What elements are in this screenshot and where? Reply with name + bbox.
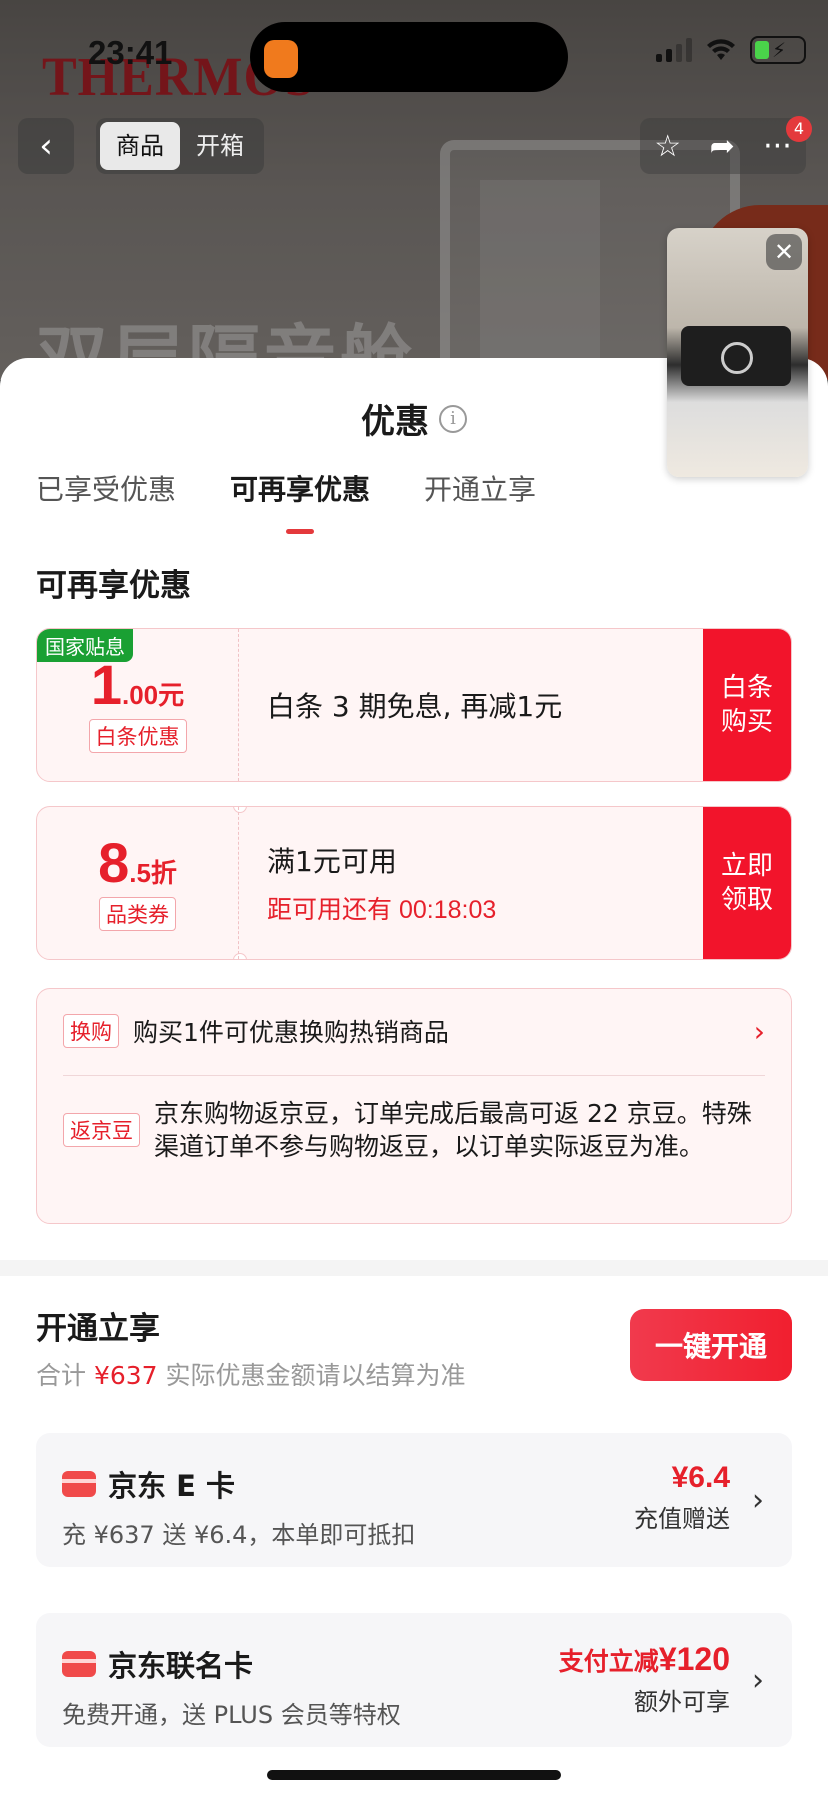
- close-icon[interactable]: ✕: [766, 234, 802, 270]
- coupon-countdown: 距可用还有 00:18:03: [267, 896, 497, 924]
- open-section-title: 开通立享: [36, 1311, 160, 1347]
- back-button[interactable]: ‹: [18, 118, 74, 174]
- card-subtitle: 充 ¥637 送 ¥6.4，本单即可抵扣: [62, 1521, 416, 1549]
- app-activity-icon: [264, 40, 298, 78]
- coupon-amount-area: 1.00元 白条优惠: [37, 629, 239, 781]
- discount-tabs: 已享受优惠 可再享优惠 开通立享: [36, 468, 536, 508]
- card-note: 额外可享: [634, 1688, 730, 1716]
- dynamic-island: [250, 22, 568, 92]
- coupon-card: 8.5折 品类券 满1元可用 距可用还有 00:18:03 立即领取: [36, 806, 792, 960]
- sheet-title: 优惠: [361, 402, 429, 442]
- cobrand-card-offer[interactable]: 京东联名卡 免费开通，送 PLUS 会员等特权 支付立减¥120 额外可享 ›: [36, 1613, 792, 1747]
- divider: [63, 1075, 765, 1076]
- top-tabs: 商品 开箱: [96, 118, 264, 174]
- claim-coupon-button[interactable]: 立即领取: [703, 807, 791, 959]
- baitiao-buy-button[interactable]: 白条购买: [703, 629, 791, 781]
- coupon-description: 白条 3 期免息, 再减1元: [267, 629, 562, 781]
- card-subtitle: 免费开通，送 PLUS 会员等特权: [62, 1701, 401, 1729]
- card-title: 京东 E 卡: [108, 1469, 236, 1503]
- coupon-amount: 8.5折: [98, 831, 177, 894]
- open-total: ¥637: [93, 1361, 158, 1390]
- coupon-amount-area: 8.5折 品类券: [37, 807, 239, 959]
- tab-unboxing[interactable]: 开箱: [180, 122, 260, 170]
- chevron-right-icon: ›: [753, 1014, 765, 1048]
- bean-row: 返京豆 京东购物返京豆，订单完成后最高可返 22 京豆。特殊渠道订单不参与购物返…: [63, 1097, 765, 1163]
- extra-benefits-box: 换购 购买1件可优惠换购热销商品 › 返京豆 京东购物返京豆，订单完成后最高可返…: [36, 988, 792, 1224]
- one-click-open-button[interactable]: 一键开通: [630, 1309, 792, 1381]
- card-icon: [62, 1651, 96, 1677]
- coupon-description: 满1元可用 距可用还有 00:18:03: [267, 807, 496, 959]
- status-time: 23:41: [88, 34, 173, 71]
- video-frame: [681, 326, 791, 386]
- tab-product[interactable]: 商品: [100, 122, 180, 170]
- bean-text: 京东购物返京豆，订单完成后最高可返 22 京豆。特殊渠道订单不参与购物返豆，以订…: [154, 1099, 752, 1161]
- card-note: 充值赠送: [634, 1505, 730, 1533]
- section-divider: [0, 1260, 828, 1276]
- top-actions: ☆ ➦ ···: [640, 118, 806, 174]
- ecard-offer[interactable]: 京东 E 卡 充 ¥637 送 ¥6.4，本单即可抵扣 ¥6.4 充值赠送 ›: [36, 1433, 792, 1567]
- card-value: 支付立减¥120: [558, 1641, 730, 1677]
- chevron-right-icon: ›: [752, 1483, 764, 1518]
- info-icon[interactable]: i: [439, 404, 467, 433]
- tab-available[interactable]: 可再享优惠: [230, 468, 370, 508]
- tab-open-now[interactable]: 开通立享: [424, 468, 536, 508]
- coupon-text: 满1元可用: [267, 845, 397, 878]
- card-value: ¥6.4: [671, 1461, 730, 1494]
- message-badge: 4: [786, 116, 812, 142]
- chevron-left-icon: ‹: [39, 126, 53, 166]
- coupon-type-label: 品类券: [99, 897, 176, 931]
- tab-enjoyed[interactable]: 已享受优惠: [36, 468, 176, 508]
- home-indicator[interactable]: [267, 1770, 561, 1780]
- section-title: 可再享优惠: [36, 568, 191, 604]
- swap-row[interactable]: 换购 购买1件可优惠换购热销商品 ›: [63, 1013, 765, 1049]
- cellular-signal-icon: [656, 38, 692, 62]
- chevron-right-icon: ›: [752, 1663, 764, 1698]
- card-icon: [62, 1471, 96, 1497]
- battery-icon: ⚡: [750, 36, 806, 64]
- discount-sheet: 优惠 i 已享受优惠 可再享优惠 开通立享 可再享优惠 国家贴息 1.00元 白…: [0, 358, 828, 1795]
- floating-video-player[interactable]: ✕: [667, 228, 808, 477]
- coupon-text: 白条 3 期免息, 再减1元: [267, 690, 563, 723]
- swap-pill: 换购: [63, 1014, 119, 1048]
- share-icon[interactable]: ➦: [710, 129, 735, 164]
- wifi-icon: [707, 39, 735, 60]
- bean-pill: 返京豆: [63, 1113, 140, 1147]
- card-title: 京东联名卡: [108, 1649, 254, 1683]
- swap-text: 购买1件可优惠换购热销商品: [133, 1018, 449, 1047]
- status-icons: ⚡: [656, 36, 806, 64]
- coupon-amount: 1.00元: [90, 653, 185, 716]
- coupon-type-label: 白条优惠: [88, 719, 187, 753]
- star-icon[interactable]: ☆: [654, 129, 681, 164]
- coupon-card: 国家贴息 1.00元 白条优惠 白条 3 期免息, 再减1元 白条购买: [36, 628, 792, 782]
- open-section-subtitle: 合计 ¥637 实际优惠金额请以结算为准: [36, 1361, 466, 1390]
